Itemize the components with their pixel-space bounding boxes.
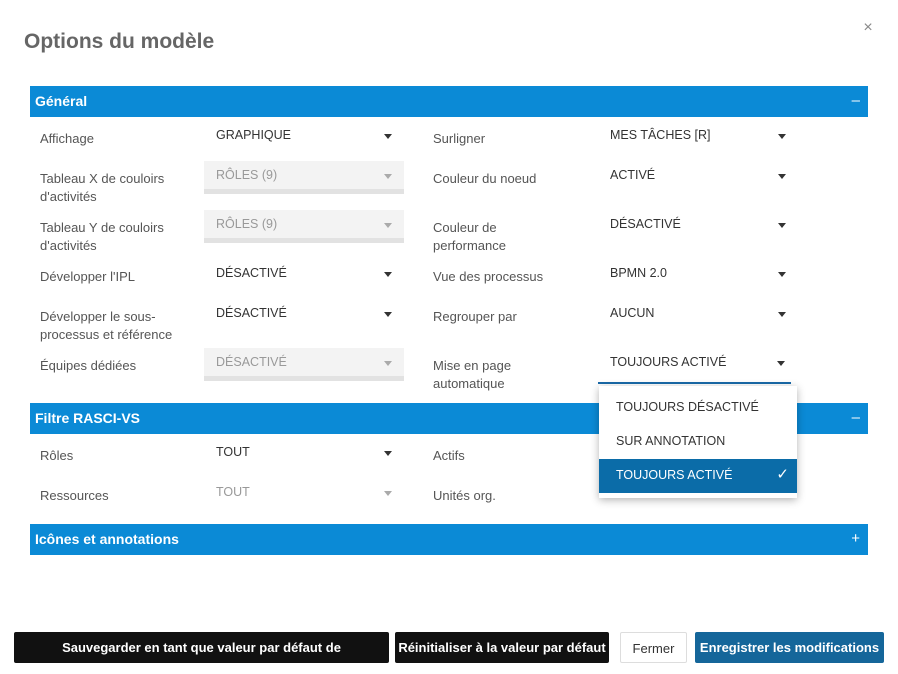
label-regrouper-par: Regrouper par bbox=[433, 309, 517, 324]
select-ressources: TOUT bbox=[204, 478, 404, 511]
label-affichage: Affichage bbox=[40, 131, 94, 146]
select-tableau-y: RÔLES (9) bbox=[204, 210, 404, 243]
select-regrouper-value: AUCUN bbox=[610, 306, 655, 320]
close-icon[interactable]: × bbox=[858, 18, 878, 38]
select-mise-en-page-value: TOUJOURS ACTIVÉ bbox=[610, 355, 727, 369]
caret-down-icon bbox=[384, 272, 392, 277]
label-roles: Rôles bbox=[40, 448, 74, 463]
select-surligner[interactable]: MES TÂCHES [R] bbox=[598, 121, 798, 154]
dialog-title: Options du modèle bbox=[24, 30, 215, 53]
expand-icon[interactable]: + bbox=[851, 530, 860, 547]
select-ressources-value: TOUT bbox=[216, 485, 250, 499]
check-icon: ✓ bbox=[776, 466, 789, 483]
select-couleur-perf-value: DÉSACTIVÉ bbox=[610, 217, 681, 231]
caret-down-icon bbox=[778, 174, 786, 179]
select-roles[interactable]: TOUT bbox=[204, 438, 404, 471]
caret-down-icon bbox=[384, 312, 392, 317]
close-button[interactable]: Fermer bbox=[620, 632, 687, 663]
select-developper-ipl[interactable]: DÉSACTIVÉ bbox=[204, 259, 404, 292]
select-couleur-noeud[interactable]: ACTIVÉ bbox=[598, 161, 798, 194]
section-icons-title: Icônes et annotations bbox=[35, 531, 179, 547]
section-general-title: Général bbox=[35, 93, 88, 109]
caret-down-icon bbox=[384, 223, 392, 228]
dropdown-option[interactable]: SUR ANNOTATION bbox=[599, 425, 797, 459]
caret-down-icon bbox=[777, 361, 785, 366]
dropdown-option-selected[interactable]: TOUJOURS ACTIVÉ ✓ bbox=[599, 459, 797, 493]
select-tableau-x-value: RÔLES (9) bbox=[216, 168, 278, 182]
label-developper-ipl: Développer l'IPL bbox=[40, 269, 135, 284]
select-mise-en-page[interactable]: TOUJOURS ACTIVÉ bbox=[598, 348, 791, 384]
section-icons-header[interactable]: Icônes et annotations + bbox=[30, 524, 868, 555]
label-mise-en-page: Mise en page automatique bbox=[433, 358, 512, 391]
caret-down-icon bbox=[384, 491, 392, 496]
collapse-icon[interactable]: – bbox=[852, 409, 860, 426]
collapse-icon[interactable]: – bbox=[852, 92, 860, 109]
select-developper-sous-processus[interactable]: DÉSACTIVÉ bbox=[204, 299, 404, 332]
dropdown-option-label: TOUJOURS DÉSACTIVÉ bbox=[616, 400, 759, 414]
dropdown-mise-en-page: TOUJOURS DÉSACTIVÉ SUR ANNOTATION TOUJOU… bbox=[599, 386, 797, 498]
dropdown-option[interactable]: TOUJOURS DÉSACTIVÉ bbox=[599, 391, 797, 425]
caret-down-icon bbox=[778, 223, 786, 228]
select-regrouper-par[interactable]: AUCUN bbox=[598, 299, 798, 332]
caret-down-icon bbox=[778, 134, 786, 139]
save-changes-button[interactable]: Enregistrer les modifications bbox=[695, 632, 884, 663]
section-general-header[interactable]: Général – bbox=[30, 86, 868, 117]
label-couleur-noeud: Couleur du noeud bbox=[433, 171, 537, 186]
label-unites-org: Unités org. bbox=[433, 488, 496, 503]
select-tableau-y-value: RÔLES (9) bbox=[216, 217, 278, 231]
section-rasci-title: Filtre RASCI-VS bbox=[35, 410, 141, 426]
caret-down-icon bbox=[384, 134, 392, 139]
reset-default-button[interactable]: Réinitialiser à la valeur par défaut bbox=[395, 632, 609, 663]
label-surligner: Surligner bbox=[433, 131, 486, 146]
dropdown-option-label: SUR ANNOTATION bbox=[616, 434, 726, 448]
select-vue-processus-value: BPMN 2.0 bbox=[610, 266, 667, 280]
label-actifs: Actifs bbox=[433, 448, 465, 463]
select-equipes-dediees: DÉSACTIVÉ bbox=[204, 348, 404, 381]
label-tableau-x: Tableau X de couloirs d'activités bbox=[40, 171, 165, 204]
select-surligner-value: MES TÂCHES [R] bbox=[610, 128, 711, 142]
caret-down-icon bbox=[384, 451, 392, 456]
select-couleur-noeud-value: ACTIVÉ bbox=[610, 168, 656, 182]
label-developper-sous-processus: Développer le sous-processus et référenc… bbox=[40, 309, 173, 342]
select-couleur-performance[interactable]: DÉSACTIVÉ bbox=[598, 210, 798, 243]
label-ressources: Ressources bbox=[40, 488, 109, 503]
select-developper-sous-value: DÉSACTIVÉ bbox=[216, 306, 287, 320]
select-equipes-value: DÉSACTIVÉ bbox=[216, 355, 287, 369]
save-as-default-button[interactable]: Sauvegarder en tant que valeur par défau… bbox=[14, 632, 389, 674]
dropdown-option-label: TOUJOURS ACTIVÉ bbox=[616, 468, 733, 482]
select-roles-value: TOUT bbox=[216, 445, 250, 459]
caret-down-icon bbox=[384, 174, 392, 179]
label-equipes-dediees: Équipes dédiées bbox=[40, 358, 137, 373]
select-affichage[interactable]: GRAPHIQUE bbox=[204, 121, 404, 154]
caret-down-icon bbox=[778, 272, 786, 277]
label-couleur-performance: Couleur de performance bbox=[433, 220, 506, 253]
caret-down-icon bbox=[384, 361, 392, 366]
caret-down-icon bbox=[778, 312, 786, 317]
select-vue-processus[interactable]: BPMN 2.0 bbox=[598, 259, 798, 292]
label-vue-processus: Vue des processus bbox=[433, 269, 544, 284]
select-tableau-x: RÔLES (9) bbox=[204, 161, 404, 194]
select-developper-ipl-value: DÉSACTIVÉ bbox=[216, 266, 287, 280]
label-tableau-y: Tableau Y de couloirs d'activités bbox=[40, 220, 164, 253]
select-affichage-value: GRAPHIQUE bbox=[216, 128, 292, 142]
